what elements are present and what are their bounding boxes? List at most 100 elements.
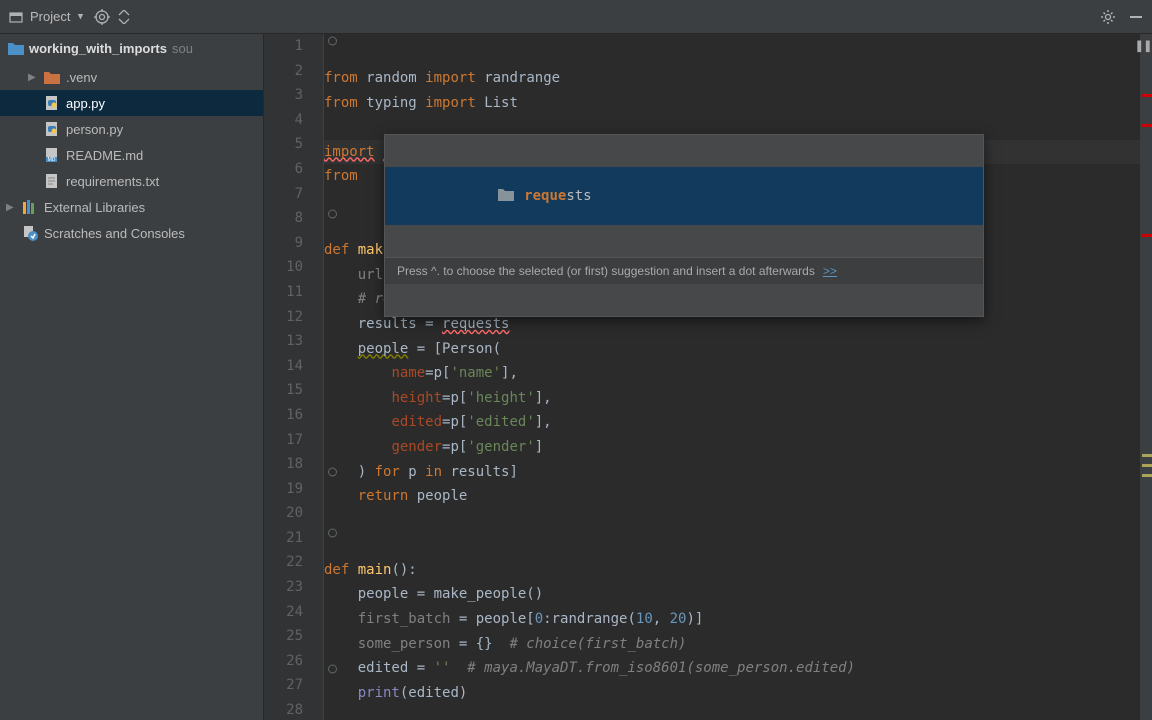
file-name: .venv (66, 70, 97, 85)
scratches-icon (22, 225, 38, 241)
line-number: 9 (264, 231, 323, 256)
line-number: 23 (264, 575, 323, 600)
code-line-12[interactable]: people = [Person( (324, 337, 1140, 362)
code-line-25[interactable]: edited = '' # maya.MayaDT.from_iso8601(s… (324, 656, 1140, 681)
warning-marker[interactable] (1142, 454, 1152, 457)
code-line-16[interactable]: gender=p['gender'] (324, 435, 1140, 460)
line-number: 17 (264, 428, 323, 453)
line-number: 27 (264, 673, 323, 698)
external-libraries[interactable]: ▶ External Libraries (0, 194, 263, 220)
hint-text: Press ^. to choose the selected (or firs… (397, 264, 815, 278)
code-editor[interactable]: 1234567891011121314151617181920212223242… (264, 34, 1152, 720)
code-line-21[interactable]: def main(): (324, 558, 1140, 583)
file-name: README.md (66, 148, 143, 163)
line-number: 8 (264, 206, 323, 231)
code-line-1[interactable]: from random import randrange (324, 66, 1140, 91)
file-name: person.py (66, 122, 123, 137)
warning-marker[interactable] (1142, 464, 1152, 467)
file-name: requirements.txt (66, 174, 159, 189)
error-marker[interactable] (1142, 234, 1152, 237)
project-root-name: working_with_imports (29, 41, 167, 56)
tree-item--venv[interactable]: ▶.venv (0, 64, 263, 90)
main-toolbar: Project ▼ (0, 0, 1152, 34)
file-icon: MD (44, 147, 60, 163)
inspection-indicator-icon[interactable]: ❚❚ (1135, 38, 1152, 54)
tree-item-requirements-txt[interactable]: requirements.txt (0, 168, 263, 194)
line-gutter: 1234567891011121314151617181920212223242… (264, 34, 324, 720)
minimize-icon[interactable] (1128, 9, 1144, 25)
code-line-19[interactable] (324, 509, 1140, 534)
file-icon (44, 173, 60, 189)
chevron-down-icon[interactable]: ▼ (72, 9, 88, 25)
code-line-26[interactable]: print(edited) (324, 681, 1140, 706)
code-line-27[interactable] (324, 705, 1140, 720)
line-number: 1 (264, 34, 323, 59)
code-line-24[interactable]: some_person = {} # choice(first_batch) (324, 632, 1140, 657)
code-content[interactable]: from random import randrangefrom typing … (324, 34, 1140, 720)
tree-item-person-py[interactable]: person.py (0, 116, 263, 142)
line-number: 11 (264, 280, 323, 305)
line-number: 15 (264, 378, 323, 403)
code-line-14[interactable]: height=p['height'], (324, 386, 1140, 411)
target-icon[interactable] (94, 9, 110, 25)
hint-link[interactable]: >> (823, 264, 837, 278)
line-number: 18 (264, 452, 323, 477)
file-name: app.py (66, 96, 105, 111)
warning-marker[interactable] (1142, 474, 1152, 477)
libraries-icon (22, 199, 38, 215)
tree-item-app-py[interactable]: app.py (0, 90, 263, 116)
code-line-2[interactable]: from typing import List (324, 91, 1140, 116)
project-root-path: sou (172, 41, 193, 56)
autocomplete-suggestion[interactable]: requests (385, 167, 983, 225)
line-number: 26 (264, 649, 323, 674)
line-number: 16 (264, 403, 323, 428)
editor-scrollbar[interactable]: ❚❚ (1140, 34, 1152, 720)
code-line-13[interactable]: name=p['name'], (324, 361, 1140, 386)
autocomplete-popup[interactable]: requests Press ^. to choose the selected… (384, 134, 984, 317)
error-marker[interactable] (1142, 94, 1152, 97)
external-libraries-label: External Libraries (44, 200, 145, 215)
project-tree: ▶.venv app.py person.py MD README.md requirem… (0, 62, 263, 194)
code-line-15[interactable]: edited=p['edited'], (324, 410, 1140, 435)
line-number: 4 (264, 108, 323, 133)
line-number: 6 (264, 157, 323, 182)
project-sidebar: working_with_imports sou ▶.venv app.py per… (0, 34, 264, 720)
project-label[interactable]: Project (30, 9, 70, 24)
project-root[interactable]: working_with_imports sou (0, 34, 263, 62)
tree-item-README-md[interactable]: MD README.md (0, 142, 263, 168)
line-number: 25 (264, 624, 323, 649)
suggestion-text: requests (524, 188, 591, 204)
project-tool-icon[interactable] (8, 9, 24, 25)
line-number: 21 (264, 526, 323, 551)
line-number: 19 (264, 477, 323, 502)
line-number: 13 (264, 329, 323, 354)
line-number: 14 (264, 354, 323, 379)
line-number: 5 (264, 132, 323, 157)
line-number: 20 (264, 501, 323, 526)
file-icon (44, 95, 60, 111)
svg-text:MD: MD (48, 157, 56, 163)
line-number: 12 (264, 305, 323, 330)
code-line-23[interactable]: first_batch = people[0:randrange(10, 20)… (324, 607, 1140, 632)
autocomplete-hint: Press ^. to choose the selected (or firs… (385, 257, 983, 284)
code-line-18[interactable]: return people (324, 484, 1140, 509)
error-marker[interactable] (1142, 124, 1152, 127)
line-number: 7 (264, 182, 323, 207)
line-number: 3 (264, 83, 323, 108)
code-line-20[interactable] (324, 533, 1140, 558)
file-icon (44, 121, 60, 137)
line-number: 28 (264, 698, 323, 720)
code-line-17[interactable]: ) for p in results] (324, 460, 1140, 485)
line-number: 2 (264, 59, 323, 84)
scratches-consoles[interactable]: Scratches and Consoles (0, 220, 263, 246)
gear-icon[interactable] (1100, 9, 1116, 25)
line-number: 24 (264, 600, 323, 625)
line-number: 22 (264, 550, 323, 575)
line-number: 10 (264, 255, 323, 280)
expand-icon[interactable] (116, 9, 132, 25)
module-folder-icon (8, 40, 24, 56)
scratches-label: Scratches and Consoles (44, 226, 185, 241)
main-content: working_with_imports sou ▶.venv app.py per… (0, 34, 1152, 720)
code-line-22[interactable]: people = make_people() (324, 582, 1140, 607)
file-icon (44, 69, 60, 85)
